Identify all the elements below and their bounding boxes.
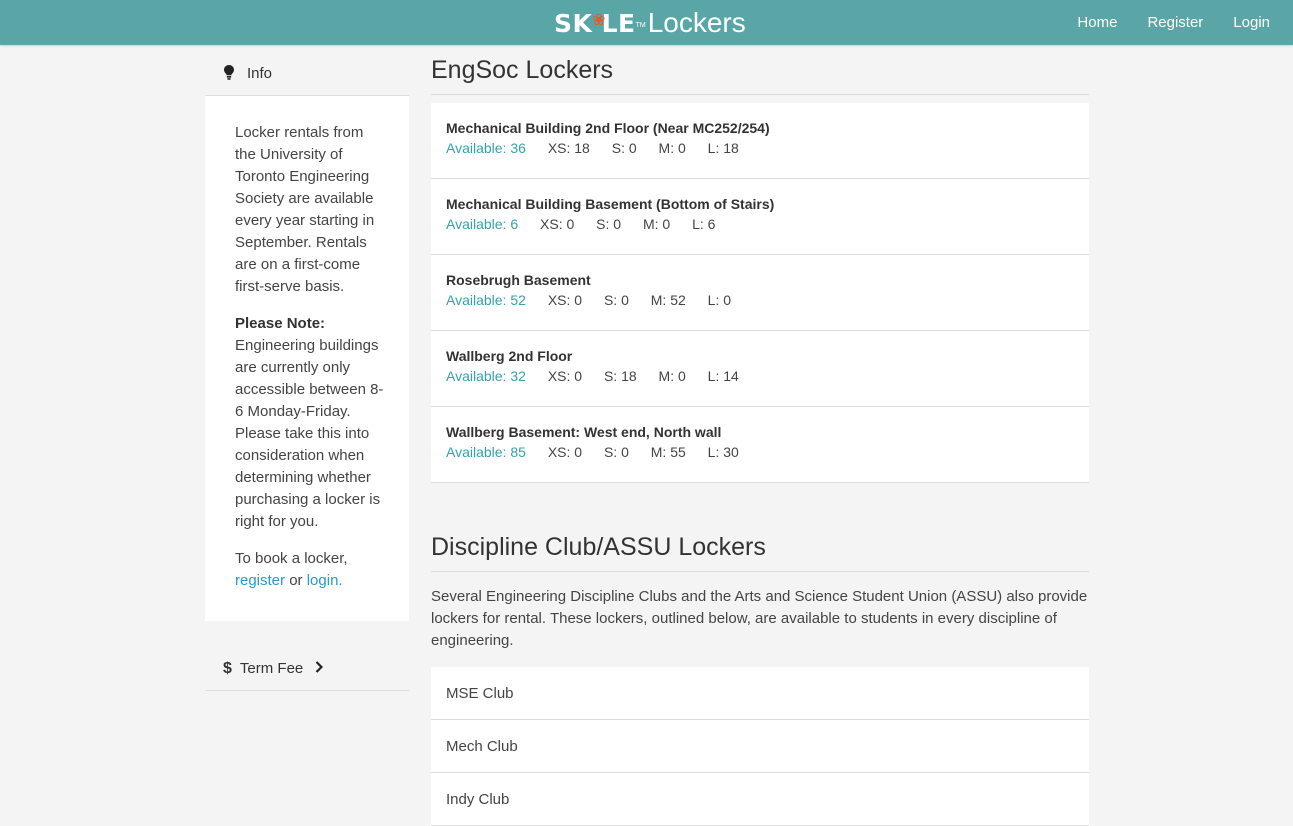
term-fee-tab[interactable]: $ Term Fee — [205, 647, 409, 691]
location-stats: Available: 52 XS: 0 S: 0 M: 52 L: 0 — [446, 289, 1074, 311]
brand-trademark: TM — [635, 21, 646, 29]
book-prefix: To book a locker, — [235, 550, 348, 567]
booking-paragraph: To book a locker, register or login. — [235, 548, 385, 592]
locker-location[interactable]: Rosebrugh Basement Available: 52 XS: 0 S… — [431, 255, 1089, 331]
l-count: L: 14 — [707, 368, 739, 384]
m-count: M: 0 — [642, 216, 671, 232]
xs-count: XS: 18 — [547, 140, 590, 156]
l-count: L: 18 — [707, 140, 739, 156]
l-count: L: 30 — [707, 444, 739, 460]
s-count: S: 18 — [603, 368, 637, 384]
note-text: Engineering buildings are currently only… — [235, 337, 384, 530]
brand-lockers: Lockers — [647, 7, 746, 38]
available-count: Available: 6 — [446, 216, 519, 232]
chevron-right-icon — [315, 660, 324, 677]
available-count: Available: 85 — [446, 444, 526, 460]
l-count: L: 6 — [692, 216, 716, 232]
location-stats: Available: 36 XS: 18 S: 0 M: 0 L: 18 — [446, 137, 1074, 159]
location-name: Rosebrugh Basement — [446, 272, 591, 288]
discipline-title: Discipline Club/ASSU Lockers — [431, 529, 1089, 572]
location-stats: Available: 85 XS: 0 S: 0 M: 55 L: 30 — [446, 441, 1074, 463]
login-period: . — [338, 572, 343, 589]
available-count: Available: 36 — [446, 140, 526, 156]
locker-location[interactable]: Wallberg 2nd Floor Available: 32 XS: 0 S… — [431, 331, 1089, 407]
location-stats: Available: 6 XS: 0 S: 0 M: 0 L: 6 — [446, 213, 1074, 235]
sidebar: Info Locker rentals from the University … — [205, 52, 409, 691]
term-fee-label: Term Fee — [239, 660, 304, 677]
location-name: Mechanical Building 2nd Floor (Near MC25… — [446, 120, 770, 136]
locker-location[interactable]: Mechanical Building Basement (Bottom of … — [431, 179, 1089, 255]
info-tab[interactable]: Info — [205, 52, 409, 96]
nav-home[interactable]: Home — [1077, 14, 1117, 31]
or-text: or — [289, 572, 303, 589]
club-item-mse[interactable]: MSE Club — [431, 667, 1089, 720]
location-name: Wallberg 2nd Floor — [446, 348, 573, 364]
note-label: Please Note: — [235, 315, 326, 332]
locker-location[interactable]: Wallberg Basement: West end, North wall … — [431, 407, 1089, 483]
available-count: Available: 32 — [446, 368, 526, 384]
nav-register[interactable]: Register — [1147, 14, 1203, 31]
discipline-section: Discipline Club/ASSU Lockers Several Eng… — [431, 529, 1089, 826]
club-item-indy[interactable]: Indy Club — [431, 773, 1089, 826]
engsoc-title: EngSoc Lockers — [431, 52, 1089, 95]
m-count: M: 0 — [658, 140, 686, 156]
info-label: Info — [247, 65, 273, 82]
xs-count: XS: 0 — [547, 292, 583, 308]
l-count: L: 0 — [707, 292, 732, 308]
top-navbar: SK LE ❀ TM Lockers Home Register Login — [0, 0, 1293, 45]
xs-count: XS: 0 — [540, 216, 575, 232]
xs-count: XS: 0 — [547, 444, 583, 460]
m-count: M: 52 — [650, 292, 686, 308]
s-count: S: 0 — [596, 216, 622, 232]
xs-count: XS: 0 — [547, 368, 583, 384]
available-count: Available: 52 — [446, 292, 526, 308]
location-stats: Available: 32 XS: 0 S: 18 M: 0 L: 14 — [446, 365, 1074, 387]
main-nav: Home Register Login — [1047, 0, 1270, 45]
skule-lockers-logo[interactable]: SK LE ❀ TM Lockers — [554, 4, 746, 42]
note-paragraph: Please Note: Engineering buildings are c… — [235, 313, 385, 533]
intro-text: Locker rentals from the University of To… — [235, 124, 375, 295]
location-name: Wallberg Basement: West end, North wall — [446, 424, 722, 440]
location-name: Mechanical Building Basement (Bottom of … — [446, 196, 775, 212]
locker-location[interactable]: Mechanical Building 2nd Floor (Near MC25… — [431, 103, 1089, 179]
club-item-mech[interactable]: Mech Club — [431, 720, 1089, 773]
lightbulb-icon — [224, 64, 238, 83]
login-link[interactable]: login. — [307, 572, 343, 589]
s-count: S: 0 — [603, 292, 629, 308]
maple-leaf-icon: ❀ — [592, 12, 606, 29]
register-link[interactable]: register — [235, 572, 285, 589]
main-content: EngSoc Lockers Mechanical Building 2nd F… — [431, 52, 1089, 826]
s-count: S: 0 — [603, 444, 629, 460]
m-count: M: 0 — [658, 368, 686, 384]
dollar-icon: $ — [223, 659, 232, 677]
engsoc-locker-list: Mechanical Building 2nd Floor (Near MC25… — [431, 103, 1089, 483]
info-panel: Locker rentals from the University of To… — [205, 96, 409, 621]
m-count: M: 55 — [650, 444, 686, 460]
discipline-description: Several Engineering Discipline Clubs and… — [431, 588, 1088, 649]
nav-login[interactable]: Login — [1233, 14, 1270, 31]
login-link-label: login — [306, 572, 339, 589]
s-count: S: 0 — [611, 140, 637, 156]
